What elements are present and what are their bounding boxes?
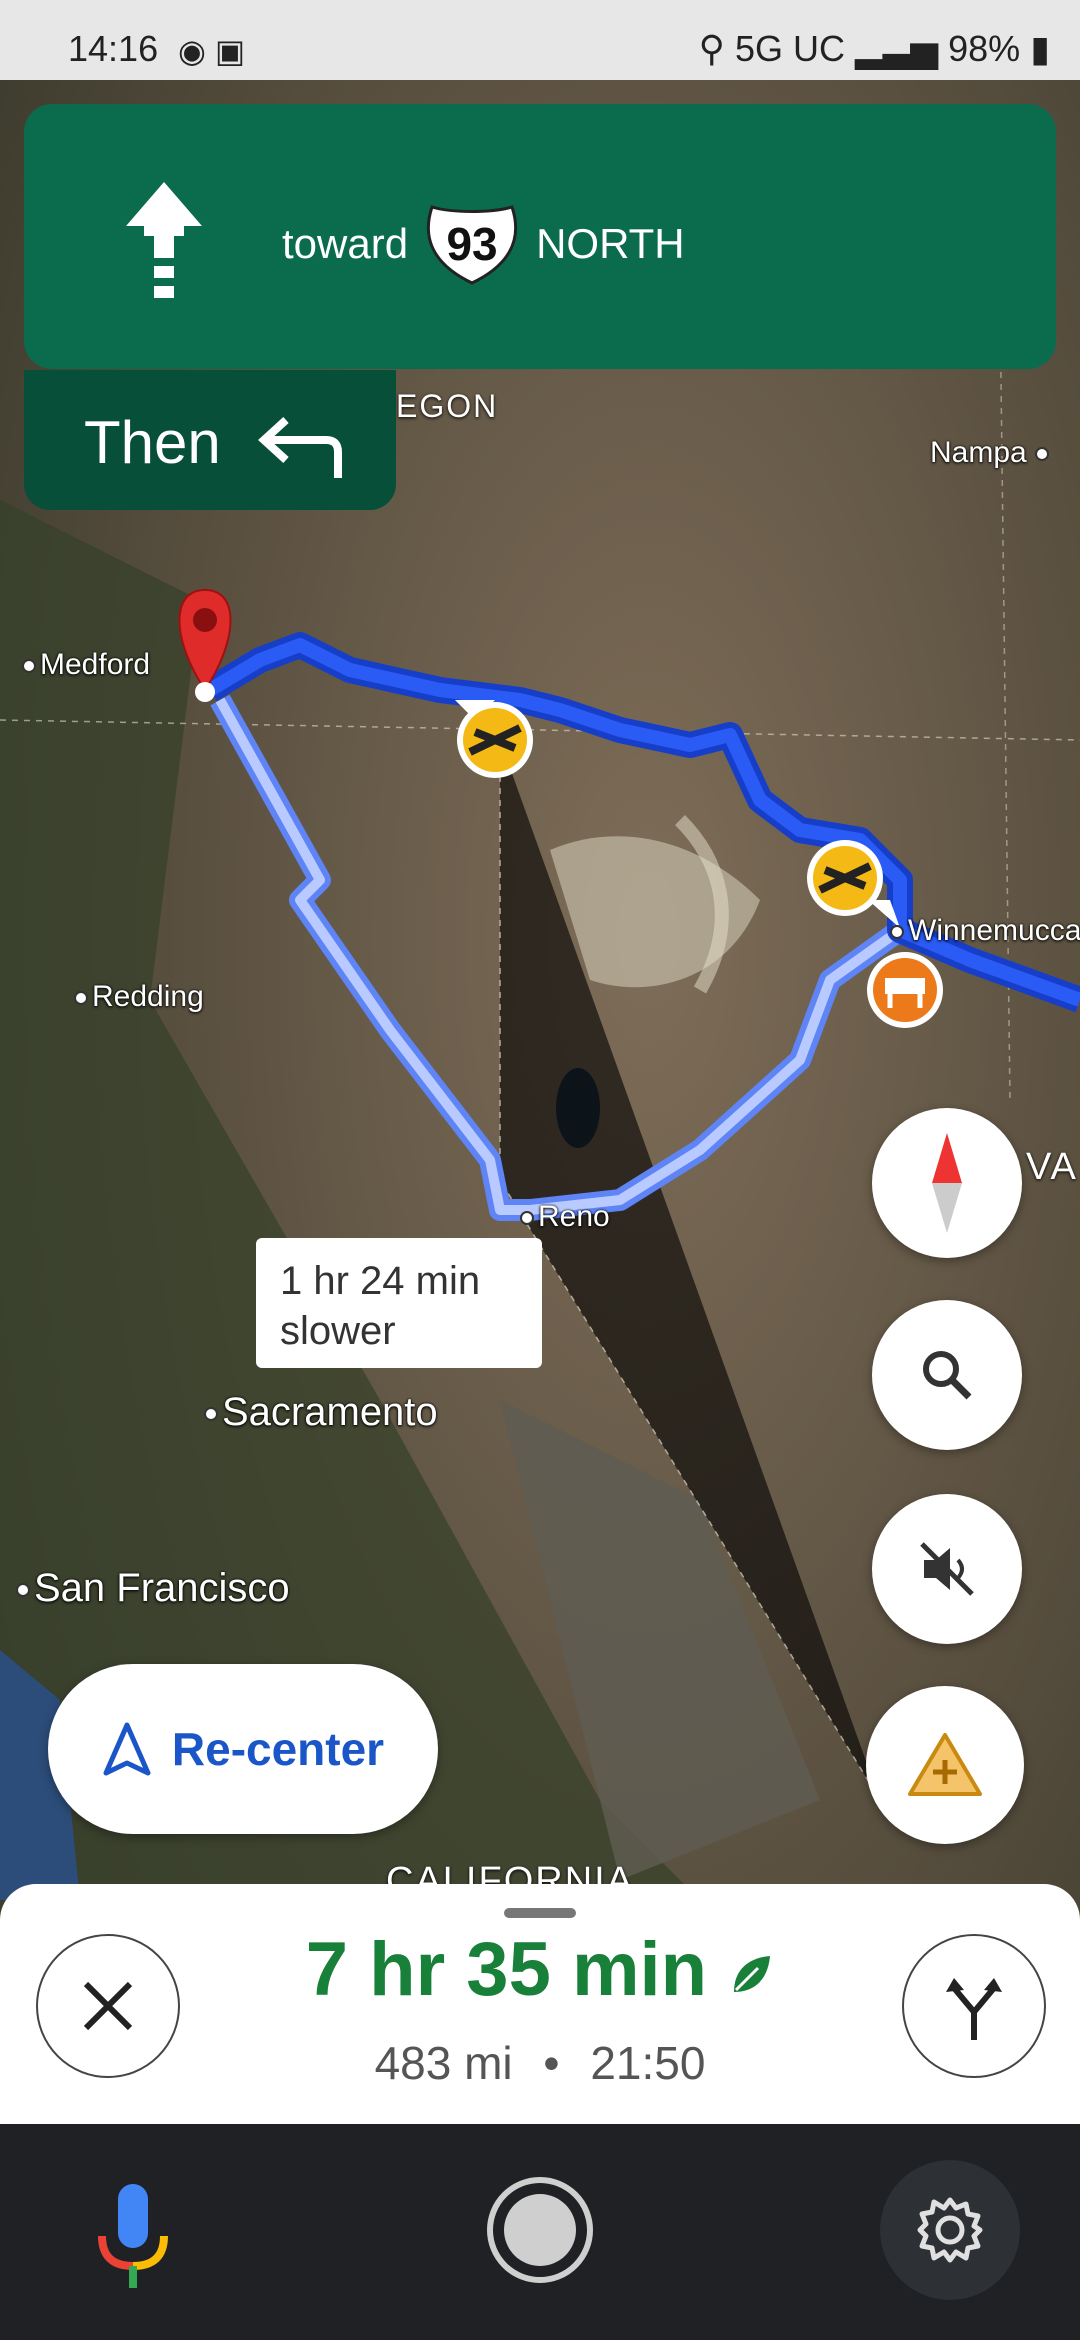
road-construction-icon (867, 952, 943, 1028)
instruction-text: toward 93 NORTH (282, 201, 685, 287)
report-incident-button[interactable] (866, 1686, 1024, 1844)
sound-off-icon (920, 1542, 974, 1596)
instruction-direction: NORTH (536, 220, 685, 267)
status-right: ⚲ 5G UC ▂▃▅ 98% ▮ (699, 28, 1050, 70)
recenter-label: Re-center (171, 1723, 385, 1775)
alt-route-status: slower (280, 1309, 396, 1353)
city-label: Reno (520, 1200, 610, 1234)
city-dot-icon (22, 659, 36, 674)
add-report-icon (908, 1733, 982, 1796)
status-bar: 14:16 ◉ ▣ ⚲ 5G UC ▂▃▅ 98% ▮ (0, 0, 1080, 80)
arrival-time: 21:50 (590, 2037, 706, 2089)
assistant-bar (0, 2124, 1080, 2340)
location-icon: ⚲ (698, 28, 725, 69)
instruction-prefix: toward (282, 220, 409, 267)
city-dot-icon (204, 1407, 218, 1422)
gear-icon (917, 2197, 983, 2263)
status-icons: ◉ ▣ (178, 33, 246, 69)
trip-distance: 483 mi (374, 2037, 513, 2089)
city-dot-icon (16, 1583, 30, 1598)
search-icon (923, 1351, 972, 1400)
route-number: 93 (446, 218, 498, 270)
alternate-routes-button[interactable] (902, 1934, 1046, 2078)
straight-arrow-icon (126, 182, 202, 298)
sheet-drag-handle[interactable] (504, 1908, 576, 1918)
alt-route-time: 1 hr 24 min (280, 1259, 481, 1303)
city-label: San Francisco (16, 1566, 290, 1611)
next-maneuver-box[interactable]: Then (24, 370, 396, 510)
us-route-shield-icon: 93 (422, 201, 522, 287)
city-dot-icon (890, 925, 904, 940)
battery-level: 98% (948, 28, 1021, 69)
city-dot-icon (1035, 447, 1050, 462)
camera-lens-icon[interactable] (484, 2174, 596, 2286)
trip-summary-sheet[interactable]: 7 hr 35 min 483 mi • 21:50 (0, 1884, 1080, 2124)
mute-button[interactable] (872, 1494, 1022, 1644)
compass-icon (932, 1133, 962, 1233)
city-label: Nampa (930, 436, 1053, 470)
region-label: EGON (396, 388, 499, 424)
battery-icon: ▮ (1030, 28, 1050, 69)
route-fork-icon (946, 1978, 1002, 2040)
then-label: Then (84, 409, 221, 476)
navigation-instruction-banner[interactable]: toward 93 NORTH (24, 104, 1056, 369)
turn-left-arrow-icon (258, 417, 342, 478)
city-label: Winnemucca (890, 914, 1080, 948)
eco-leaf-icon (734, 1955, 771, 1992)
alternate-route-label[interactable]: 1 hr 24 min slower (256, 1238, 542, 1368)
recenter-button[interactable]: Re-center (48, 1664, 438, 1834)
microphone-icon[interactable] (90, 2180, 176, 2292)
settings-button[interactable] (880, 2160, 1020, 2300)
compass-button[interactable] (872, 1108, 1022, 1258)
city-label: Sacramento (204, 1390, 438, 1435)
city-label: Medford (22, 648, 150, 682)
navigation-arrow-icon (103, 1722, 151, 1776)
city-dot-icon (520, 1211, 534, 1226)
city-label: Redding (74, 980, 204, 1014)
signal-icon: ▂▃▅ (855, 28, 939, 69)
city-dot-icon (74, 991, 88, 1006)
region-label: VA (1026, 1146, 1078, 1188)
search-button[interactable] (872, 1300, 1022, 1450)
network-indicator: 5G UC (734, 28, 846, 69)
status-time: 14:16 (68, 28, 159, 69)
trip-separator: • (543, 2037, 560, 2089)
